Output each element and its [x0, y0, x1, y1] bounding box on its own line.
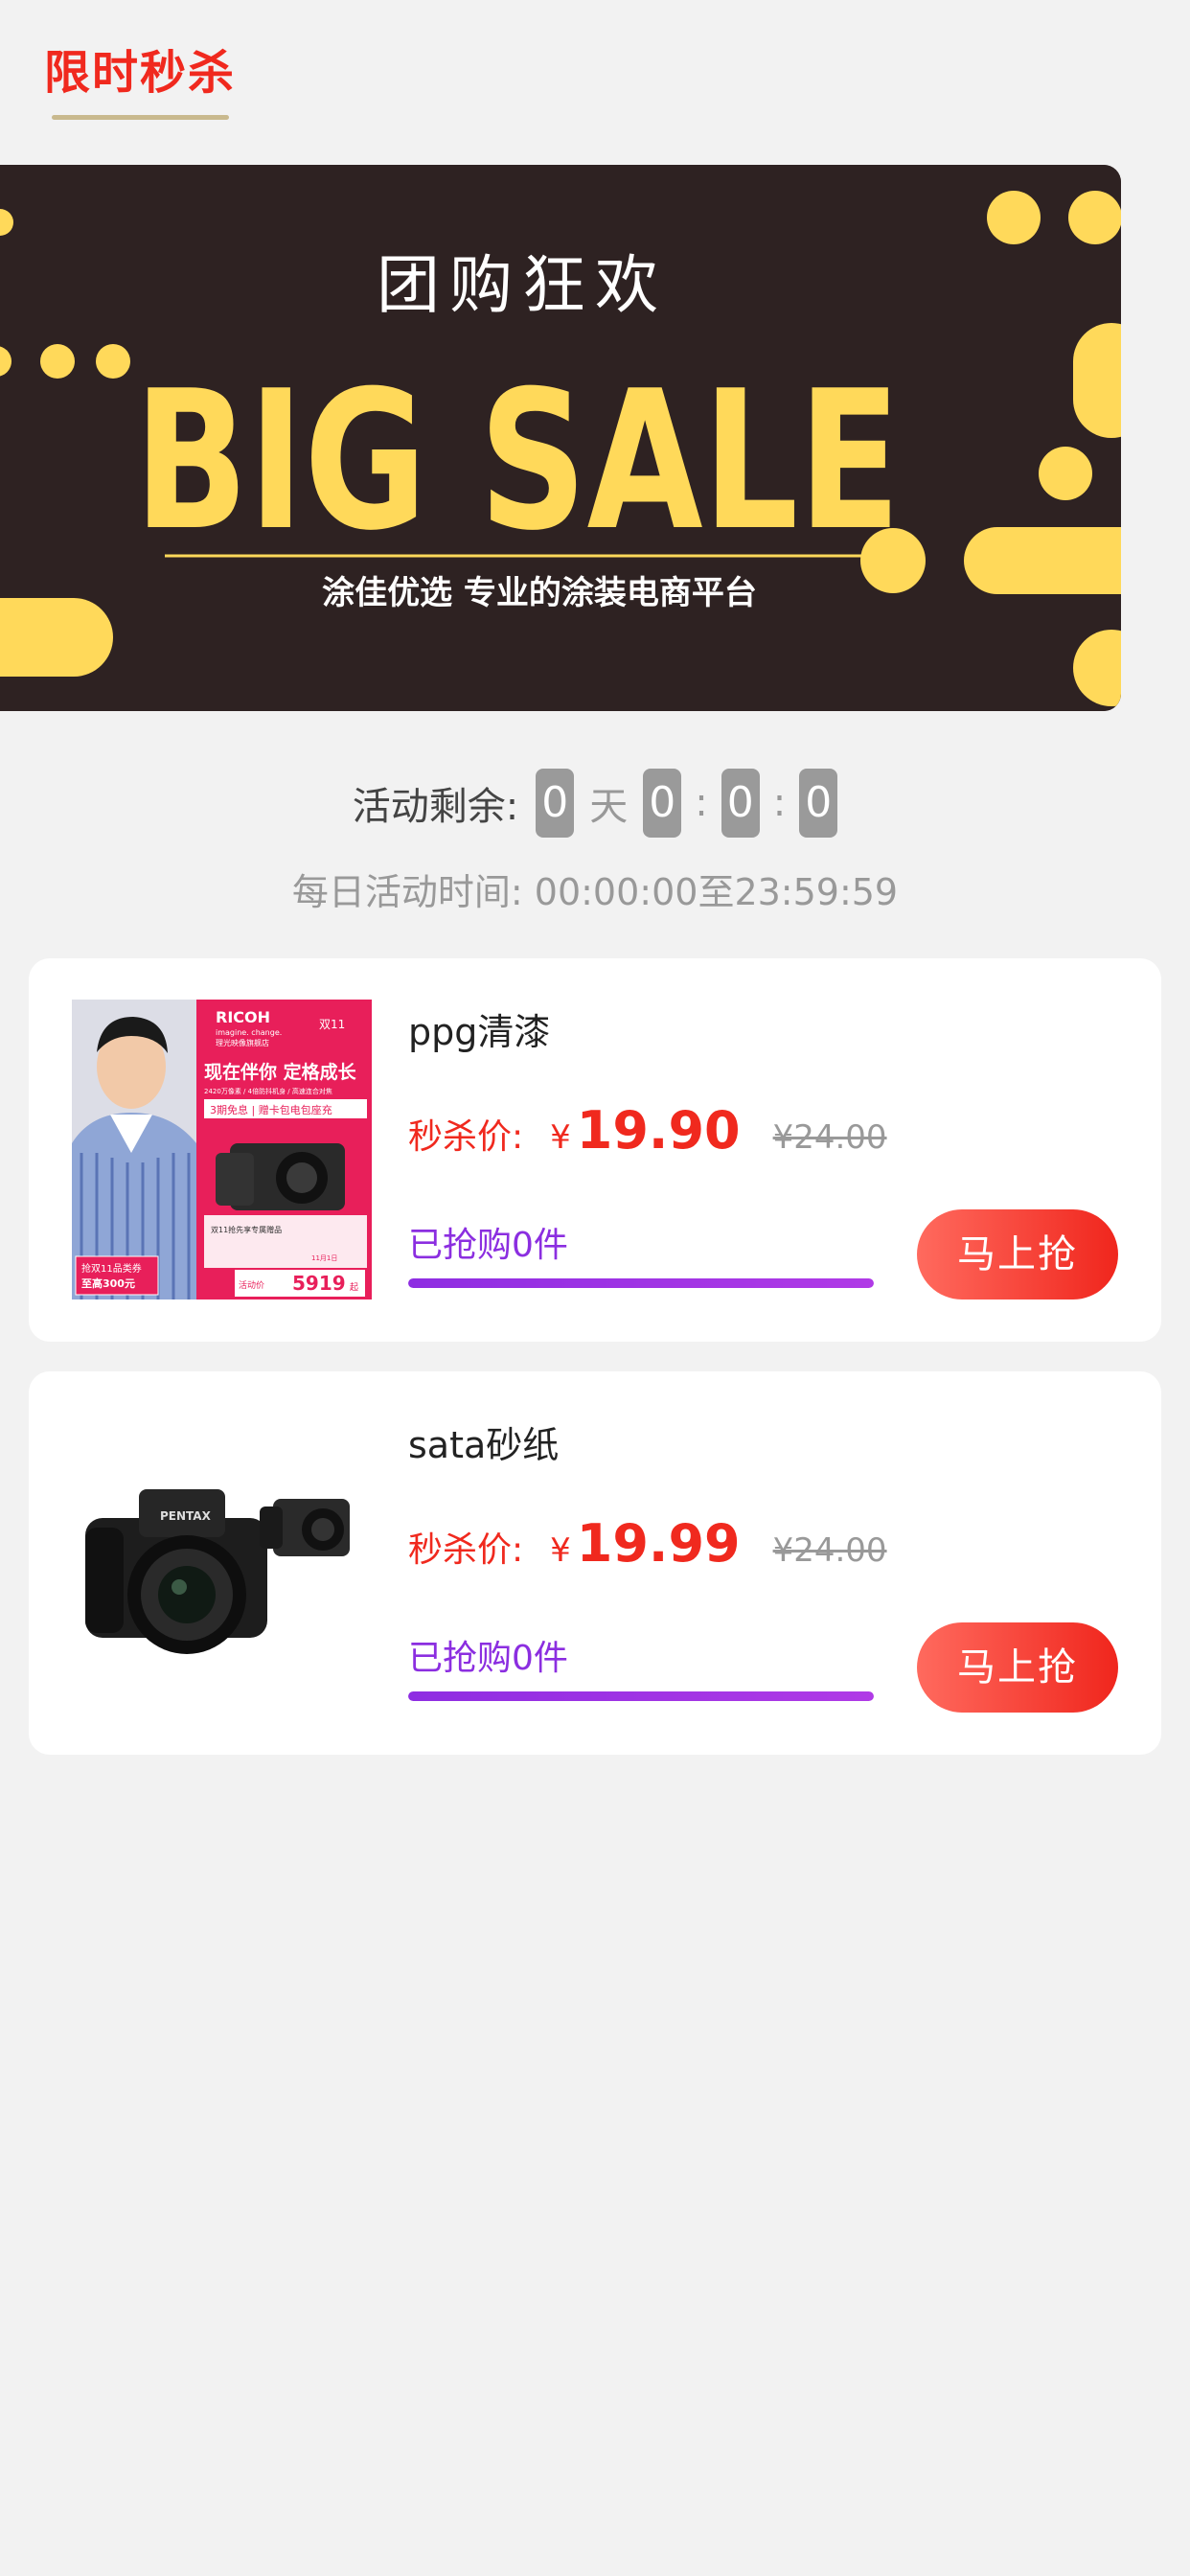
sold-progress-fill [408, 1691, 874, 1701]
product-card[interactable]: PENTAX sata砂纸 秒杀价: ¥ 19.99 ¥24.00 已抢购0件 … [29, 1371, 1161, 1755]
price-label: 秒杀价: [408, 1530, 524, 1570]
tab-underline [52, 115, 229, 120]
ad-coupon-line1: 抢双11品类券 [81, 1262, 142, 1275]
countdown: 活动剩余: 0 天 0 : 0 : 0 [0, 767, 1190, 840]
daily-activity-time: 每日活动时间: 00:00:00至23:59:59 [291, 871, 899, 913]
sold-progress-bar [408, 1278, 874, 1288]
tab-flash-sale[interactable]: 限时秒杀 [44, 34, 236, 102]
banner-big-text: BIG SALE [134, 350, 901, 573]
ad-badge: 双11 [319, 1018, 345, 1031]
camera-brand: PENTAX [160, 1509, 212, 1523]
product-name[interactable]: ppg清漆 [408, 1002, 550, 1055]
original-price: ¥24.00 [772, 1531, 887, 1570]
countdown-seconds: 0 [799, 769, 838, 838]
buy-now-button[interactable]: 马上抢 [917, 1622, 1118, 1713]
ricoh-ad-image: RICOH imagine. change. 理光映像旗舰店 双11 现在伴你 … [72, 1000, 372, 1300]
countdown-days: 0 [536, 769, 575, 838]
product-image[interactable]: RICOH imagine. change. 理光映像旗舰店 双11 现在伴你 … [72, 1000, 372, 1300]
product-image[interactable]: PENTAX [72, 1413, 372, 1713]
ad-coupon-line2: 至高300元 [81, 1276, 135, 1290]
sold-count: 已抢购0件 [408, 1226, 568, 1265]
ad-store: 理光映像旗舰店 [216, 1038, 269, 1047]
countdown-minutes: 0 [721, 769, 760, 838]
ad-price-label: 活动价 [239, 1279, 264, 1291]
product-card[interactable]: RICOH imagine. change. 理光映像旗舰店 双11 现在伴你 … [29, 958, 1161, 1342]
price-label: 秒杀价: [408, 1117, 524, 1157]
price-row: 秒杀价: ¥ 19.99 ¥24.00 [408, 1513, 887, 1574]
currency-symbol: ¥ [550, 1531, 571, 1570]
ad-price-suffix: 起 [350, 1282, 358, 1293]
countdown-hours: 0 [643, 769, 682, 838]
ad-brand: RICOH [216, 1008, 270, 1026]
ad-promo: 3期免息 | 赠卡包电包座充 [210, 1103, 332, 1116]
ad-line1: 2420万像素 / 4倍防抖机身 / 高速连合对焦 [204, 1087, 332, 1095]
product-name[interactable]: sata砂纸 [408, 1415, 559, 1468]
countdown-day-unit: 天 [589, 785, 629, 829]
ad-tagline: imagine. change. [216, 1028, 282, 1037]
sale-price: 19.99 [576, 1513, 741, 1574]
countdown-separator: : [772, 781, 787, 825]
sold-count: 已抢购0件 [408, 1639, 568, 1678]
pentax-camera-image: PENTAX [72, 1413, 372, 1713]
sold-progress-bar [408, 1691, 874, 1701]
price-row: 秒杀价: ¥ 19.90 ¥24.00 [408, 1100, 887, 1161]
ad-date: 11月1日 [311, 1254, 337, 1262]
countdown-separator: : [695, 781, 708, 825]
countdown-label: 活动剩余: [352, 785, 519, 829]
banner-headline: 团购狂欢 [377, 248, 668, 322]
original-price: ¥24.00 [772, 1118, 887, 1157]
ad-gift-note: 双11抢先享专属赠品 [211, 1225, 282, 1234]
ad-headline: 现在伴你 定格成长 [204, 1061, 357, 1083]
banner-subtitle: 涂佳优选 专业的涂装电商平台 [322, 574, 757, 612]
promo-banner[interactable]: 团购狂欢 BIG SALE 涂佳优选 专业的涂装电商平台 [0, 165, 1121, 711]
sold-progress-fill [408, 1278, 874, 1288]
currency-symbol: ¥ [550, 1118, 571, 1157]
header: 限时秒杀 [0, 0, 1190, 144]
banner-graphic: 团购狂欢 BIG SALE 涂佳优选 专业的涂装电商平台 [0, 165, 1121, 711]
buy-now-button[interactable]: 马上抢 [917, 1209, 1118, 1300]
sale-price: 19.90 [576, 1100, 741, 1161]
ad-price: 5919 [292, 1272, 346, 1295]
